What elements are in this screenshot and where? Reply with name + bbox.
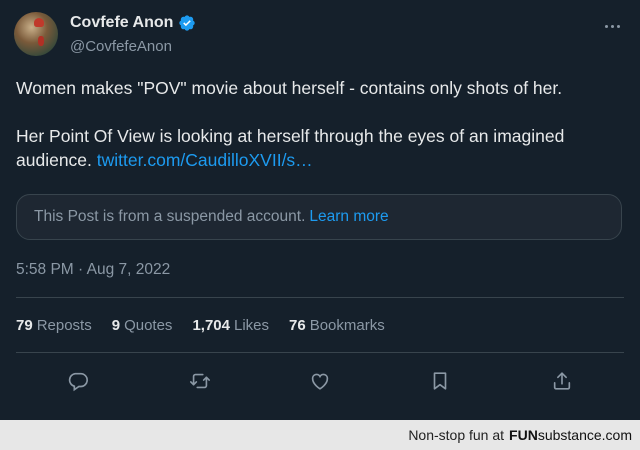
likes-label: Likes bbox=[233, 317, 270, 334]
reposts-stat[interactable]: 79 Reposts bbox=[16, 317, 92, 334]
bookmarks-stat[interactable]: 76 Bookmarks bbox=[289, 317, 385, 334]
likes-stat[interactable]: 1,704 Likes bbox=[192, 317, 269, 334]
author-handle[interactable]: @CovfefeAnon bbox=[70, 38, 172, 55]
reposts-label: Reposts bbox=[36, 317, 92, 334]
tweet-text: Women makes "POV" movie about herself - … bbox=[16, 76, 624, 172]
footer-brand-fun: FUN bbox=[509, 427, 538, 443]
like-icon[interactable] bbox=[307, 368, 333, 394]
verified-badge-icon bbox=[179, 15, 196, 31]
footer-brand-domain: .com bbox=[601, 427, 632, 443]
author-name[interactable]: Covfefe Anon bbox=[70, 14, 173, 32]
share-icon[interactable] bbox=[549, 368, 575, 394]
action-bar bbox=[16, 364, 624, 398]
repost-icon[interactable] bbox=[187, 368, 213, 394]
footer-brand-rest: substance bbox=[537, 427, 602, 443]
divider-top bbox=[16, 297, 624, 298]
likes-count: 1,704 bbox=[192, 317, 230, 334]
reposts-count: 79 bbox=[16, 317, 33, 334]
divider-bottom bbox=[16, 352, 624, 353]
quotes-count: 9 bbox=[111, 317, 121, 334]
tweet-paragraph-2: Her Point Of View is looking at herself … bbox=[16, 124, 624, 172]
avatar[interactable] bbox=[14, 12, 58, 56]
engagement-stats: 79 Reposts 9 Quotes 1,704 Likes 76 Bookmarks bbox=[16, 317, 405, 334]
quotes-label: Quotes bbox=[124, 317, 173, 334]
suspended-quote-box: This Post is from a suspended account. L… bbox=[16, 194, 622, 240]
bookmarks-label: Bookmarks bbox=[309, 317, 385, 334]
avatar-wattle bbox=[38, 36, 44, 46]
tweet-link[interactable]: twitter.com/CaudilloXVII/s… bbox=[97, 150, 313, 170]
learn-more-link[interactable]: Learn more bbox=[309, 208, 388, 226]
tweet-card: Covfefe Anon @CovfefeAnon Women makes "P… bbox=[0, 0, 640, 420]
footer-prefix: Non-stop fun at bbox=[408, 427, 505, 443]
bookmarks-count: 76 bbox=[289, 317, 306, 334]
reply-icon[interactable] bbox=[65, 368, 91, 394]
author-name-row: Covfefe Anon bbox=[70, 14, 196, 32]
bookmark-icon[interactable] bbox=[427, 368, 453, 394]
more-options-icon[interactable] bbox=[600, 14, 624, 38]
suspended-message: This Post is from a suspended account. bbox=[34, 208, 306, 225]
tweet-timestamp[interactable]: 5:58 PM · Aug 7, 2022 bbox=[16, 261, 170, 279]
tweet-paragraph-1: Women makes "POV" movie about herself - … bbox=[16, 78, 563, 98]
quotes-stat[interactable]: 9 Quotes bbox=[112, 317, 173, 334]
avatar-comb bbox=[34, 18, 44, 27]
watermark-footer: Non-stop fun at FUN substance .com bbox=[0, 420, 640, 450]
